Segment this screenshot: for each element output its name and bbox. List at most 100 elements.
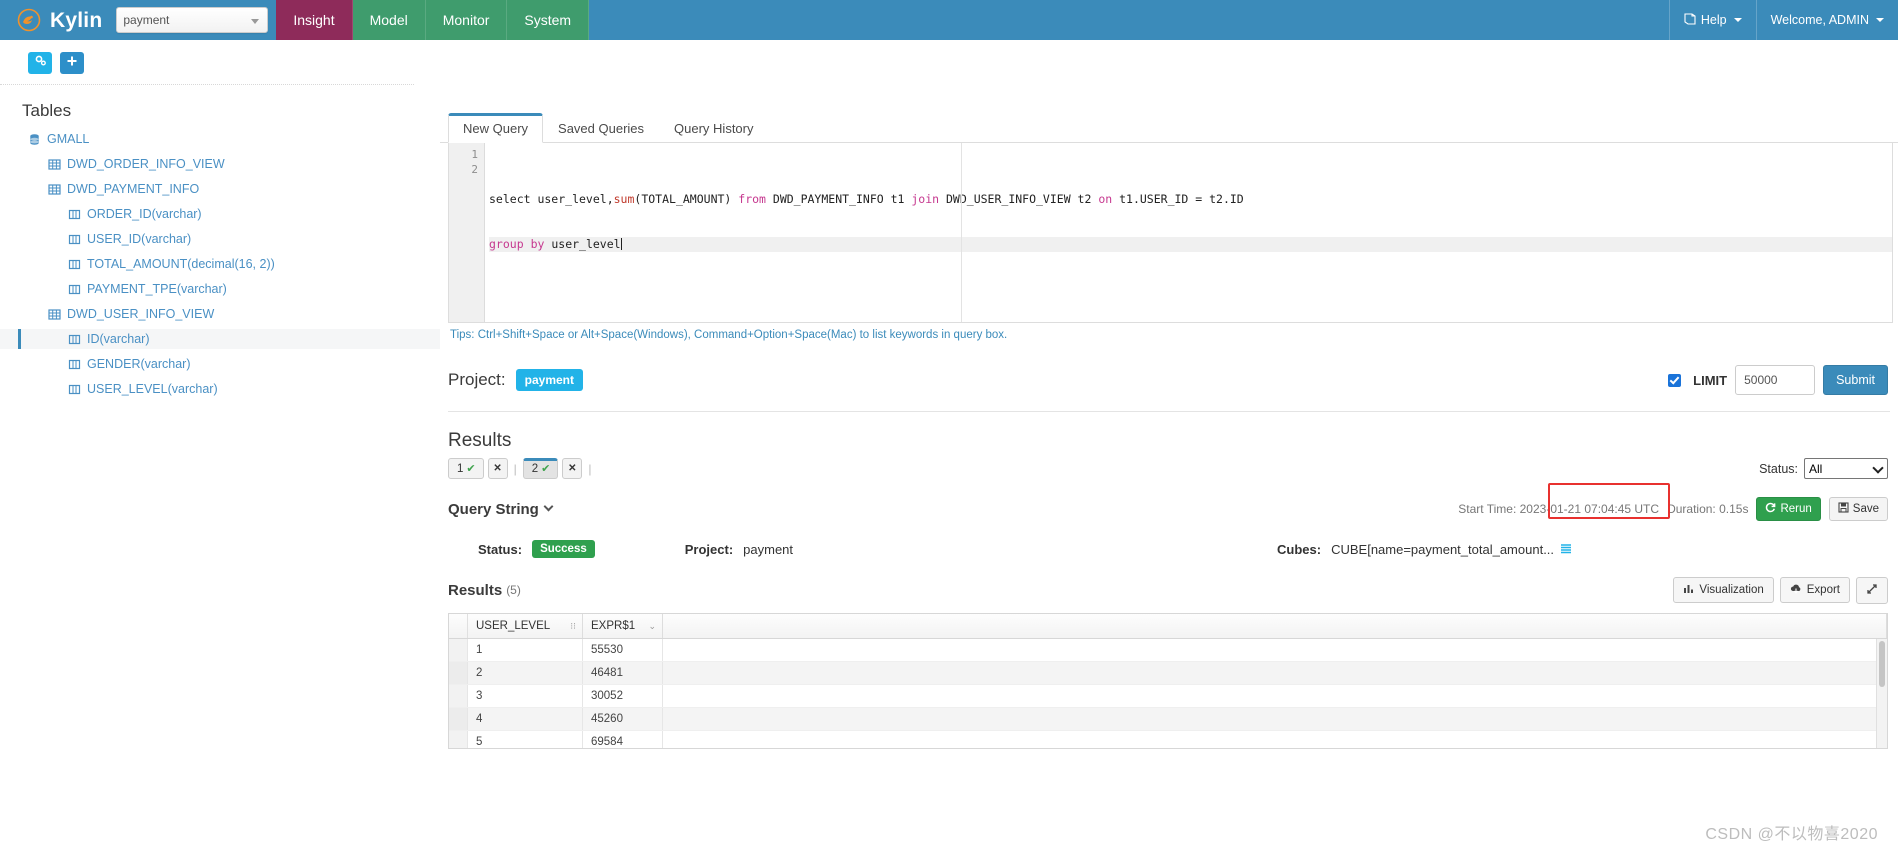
result-tab-1[interactable]: 1 ✔ <box>448 458 484 479</box>
list-icon[interactable] <box>1560 543 1572 555</box>
editor-code-area[interactable]: select user_level,sum(TOTAL_AMOUNT) from… <box>485 143 1892 322</box>
refresh-icon <box>1765 502 1776 516</box>
tab-saved-queries[interactable]: Saved Queries <box>543 113 659 143</box>
check-icon: ✔ <box>466 463 476 475</box>
nav-item-system[interactable]: System <box>507 0 590 40</box>
cell-filler <box>663 708 1887 730</box>
table-row[interactable]: 2 46481 <box>449 662 1887 685</box>
cell-user-level: 4 <box>468 708 583 730</box>
table-row[interactable]: 5 69584 <box>449 731 1887 748</box>
editor-print-margin <box>961 143 962 322</box>
limit-checkbox[interactable] <box>1668 373 1682 387</box>
scrollbar-thumb[interactable] <box>1879 641 1885 687</box>
cell-expr1: 45260 <box>583 708 663 730</box>
visualization-button[interactable]: Visualization <box>1673 577 1774 603</box>
grid-header-label: EXPR$1 <box>591 620 636 632</box>
result-tab-group-2: 2 ✔ ✕ | <box>522 458 598 479</box>
results-heading: Results <box>448 430 512 451</box>
brand[interactable]: Kylin <box>0 0 116 40</box>
tree-node-user-level[interactable]: USER_LEVEL(varchar) <box>0 379 440 399</box>
grid-header-filler <box>663 614 1887 638</box>
cell-user-level: 2 <box>468 662 583 684</box>
tree-node-gmall[interactable]: GMALL <box>0 129 440 149</box>
main-nav: Insight Model Monitor System <box>276 0 590 40</box>
sidebar-title: Tables <box>22 101 72 120</box>
tree-label: ORDER_ID(varchar) <box>87 207 202 221</box>
rerun-button[interactable]: Rerun <box>1756 497 1821 521</box>
expand-button[interactable] <box>1856 576 1888 604</box>
column-icon <box>68 333 81 346</box>
brand-title: Kylin <box>50 8 103 32</box>
grid-header-expr1[interactable]: EXPR$1 ⌄ <box>583 614 663 638</box>
help-menu[interactable]: Help <box>1670 0 1757 40</box>
tree-node-total-amount[interactable]: TOTAL_AMOUNT(decimal(16, 2)) <box>0 254 440 274</box>
sql-editor[interactable]: 1 2 select user_level,sum(TOTAL_AMOUNT) … <box>448 143 1893 323</box>
result-tab-label: 1 <box>457 462 464 475</box>
export-button[interactable]: Export <box>1779 577 1850 603</box>
results-table-actions: Visualization Export <box>1673 576 1888 604</box>
user-label: Welcome, ADMIN <box>1770 13 1869 27</box>
tree-node-id[interactable]: ID(varchar) <box>0 329 440 349</box>
tree-node-dwd-user-info-view[interactable]: DWD_USER_INFO_VIEW <box>0 304 440 324</box>
code-line-1: select user_level,sum(TOTAL_AMOUNT) from… <box>489 192 1892 207</box>
code-token-kw: on <box>1098 192 1113 206</box>
code-token-fn: sum <box>613 192 635 206</box>
user-menu[interactable]: Welcome, ADMIN <box>1757 0 1898 40</box>
tree-label: TOTAL_AMOUNT(decimal(16, 2)) <box>87 257 275 271</box>
table-icon <box>48 308 61 321</box>
table-row[interactable]: 4 45260 <box>449 708 1887 731</box>
gears-icon-button[interactable] <box>28 52 52 74</box>
book-icon <box>1684 12 1696 28</box>
limit-input[interactable] <box>1735 365 1816 395</box>
column-icon <box>68 208 81 221</box>
results-table-title: Results <box>448 581 503 599</box>
table-row[interactable]: 3 30052 <box>449 685 1887 708</box>
query-string-toggle[interactable]: Query String <box>448 501 554 518</box>
status-filter-value: All <box>1809 461 1823 476</box>
chevron-down-icon <box>1733 18 1742 22</box>
results-table-count: (5) <box>506 583 521 597</box>
result-tab-close-2[interactable]: ✕ <box>562 458 583 479</box>
top-navbar: Kylin payment Insight Model Monitor Syst… <box>0 0 1898 40</box>
grid-vertical-scrollbar[interactable] <box>1876 639 1887 748</box>
tree-node-payment-tpe[interactable]: PAYMENT_TPE(varchar) <box>0 279 440 299</box>
cell-expr1: 55530 <box>583 639 663 661</box>
floppy-icon <box>1838 502 1849 516</box>
tab-query-history[interactable]: Query History <box>659 113 768 143</box>
row-index-cell <box>449 639 468 661</box>
tree-node-order-id[interactable]: ORDER_ID(varchar) <box>0 204 440 224</box>
nav-item-model[interactable]: Model <box>352 0 426 40</box>
submit-button[interactable]: Submit <box>1823 365 1888 395</box>
row-index-cell <box>449 708 468 730</box>
save-button[interactable]: Save <box>1828 497 1888 521</box>
add-table-button[interactable] <box>60 52 84 74</box>
cell-expr1: 69584 <box>583 731 663 748</box>
limit-label: LIMIT <box>1693 372 1728 388</box>
tree-node-gender[interactable]: GENDER(varchar) <box>0 354 440 374</box>
sort-icon: ⁝⁝ <box>570 620 576 631</box>
cubes-value: CUBE[name=payment_total_amount... <box>1331 541 1555 557</box>
result-tab-group-1: 1 ✔ ✕ | <box>448 458 523 479</box>
table-row[interactable]: 1 55530 <box>449 639 1887 662</box>
bar-chart-icon <box>1683 583 1694 597</box>
expand-arrows-icon <box>1866 583 1878 598</box>
results-data-grid[interactable]: USER_LEVEL ⁝⁝ EXPR$1 ⌄ 1 55530 2 46481 3… <box>448 613 1888 749</box>
result-tab-close-1[interactable]: ✕ <box>487 458 508 479</box>
nav-item-monitor[interactable]: Monitor <box>425 0 508 40</box>
project-selector[interactable]: payment <box>116 7 269 33</box>
result-tab-2[interactable]: 2 ✔ <box>522 458 559 479</box>
nav-item-insight[interactable]: Insight <box>276 0 353 40</box>
cloud-download-icon <box>1790 583 1802 597</box>
cell-user-level: 5 <box>468 731 583 748</box>
code-token-kw: by <box>530 237 545 251</box>
save-label: Save <box>1852 503 1879 515</box>
tab-new-query[interactable]: New Query <box>448 113 544 143</box>
duration-label: Duration: 0.15s <box>1667 502 1749 516</box>
tree-node-dwd-order-info-view[interactable]: DWD_ORDER_INFO_VIEW <box>0 154 440 174</box>
status-filter-select[interactable]: All <box>1804 458 1888 479</box>
tree-node-dwd-payment-info[interactable]: DWD_PAYMENT_INFO <box>0 179 440 199</box>
tree-node-user-id[interactable]: USER_ID(varchar) <box>0 229 440 249</box>
table-icon <box>48 158 61 171</box>
grid-header-user-level[interactable]: USER_LEVEL ⁝⁝ <box>468 614 583 638</box>
